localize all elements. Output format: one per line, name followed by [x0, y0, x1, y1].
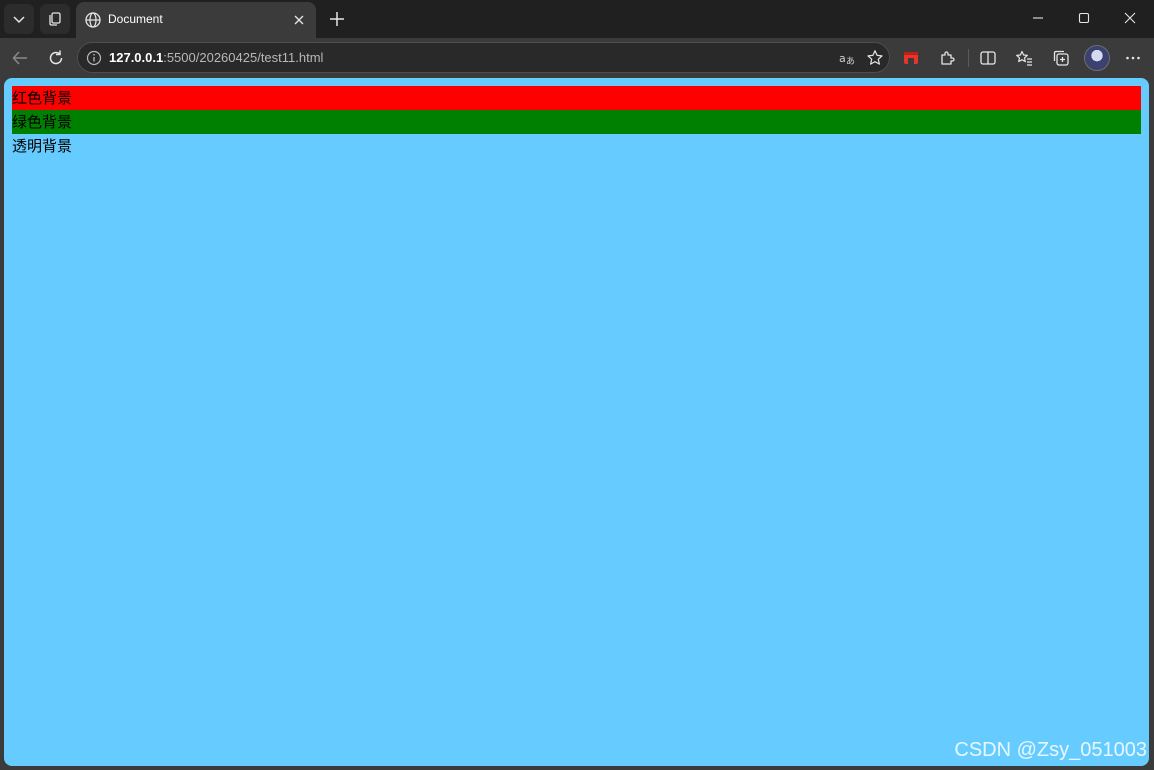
collections-button[interactable] — [1047, 44, 1075, 72]
close-window-button[interactable] — [1107, 0, 1153, 36]
green-background-block: 绿色背景 — [12, 110, 1141, 134]
info-icon[interactable] — [86, 50, 102, 66]
maximize-icon — [1078, 12, 1090, 24]
translate-button[interactable]: a あ — [838, 49, 856, 67]
extension-icon — [904, 52, 918, 64]
url-text[interactable]: 127.0.0.1:5500/20260425/test11.html — [109, 50, 323, 65]
translate-icon: a あ — [839, 52, 855, 67]
globe-icon — [85, 12, 101, 28]
refresh-icon — [49, 50, 63, 65]
tab-document[interactable]: Document — [76, 2, 316, 38]
favorites-button[interactable] — [1010, 44, 1038, 72]
minimize-button[interactable] — [1015, 0, 1061, 36]
avatar[interactable] — [1084, 45, 1110, 71]
tab-title: Document — [108, 12, 163, 26]
transparent-background-block: 透明背景 — [12, 137, 73, 155]
chevron-down-icon — [13, 16, 25, 24]
menu-button[interactable] — [1119, 44, 1147, 72]
favorite-button[interactable] — [866, 49, 884, 67]
split-screen-icon — [980, 51, 996, 65]
more-icon — [1126, 56, 1140, 60]
svg-text:あ: あ — [846, 56, 855, 67]
url-host: 127.0.0.1 — [109, 50, 164, 65]
address-bar[interactable]: 127.0.0.1:5500/20260425/test11.html a あ — [77, 42, 890, 73]
puzzle-icon — [941, 51, 955, 65]
extensions-button[interactable] — [934, 44, 962, 72]
watermark: CSDN @Zsy_051003 — [954, 739, 1147, 761]
url-path: :5500/20260425/test11.html — [163, 50, 324, 65]
toolbar-divider — [968, 49, 969, 67]
close-icon — [294, 15, 304, 25]
svg-text:a: a — [839, 52, 846, 65]
toolbar: 127.0.0.1:5500/20260425/test11.html a あ — [0, 38, 1154, 78]
refresh-button[interactable] — [42, 44, 70, 72]
browser-window: Document 127.0.0.1:5500/20260425/test11.… — [0, 0, 1154, 770]
split-screen-button[interactable] — [974, 44, 1002, 72]
collections-icon — [1053, 50, 1069, 66]
plus-icon — [330, 12, 344, 26]
workspaces-icon — [49, 12, 61, 26]
tab-actions-button[interactable] — [4, 4, 34, 34]
tab-strip: Document — [0, 0, 1154, 38]
minimize-icon — [1033, 17, 1043, 19]
new-tab-button[interactable] — [324, 6, 350, 32]
close-tab-button[interactable] — [290, 11, 308, 29]
back-button[interactable] — [6, 44, 34, 72]
favorites-icon — [1016, 50, 1032, 66]
close-icon — [1124, 12, 1136, 24]
workspaces-button[interactable] — [40, 4, 70, 34]
red-background-block: 红色背景 — [12, 86, 1141, 110]
maximize-button[interactable] — [1061, 0, 1107, 36]
extension-red-button[interactable] — [897, 44, 925, 72]
star-icon — [867, 50, 883, 65]
back-arrow-icon — [12, 51, 27, 65]
page-viewport: 红色背景 绿色背景 透明背景 CSDN @Zsy_051003 — [4, 78, 1149, 766]
